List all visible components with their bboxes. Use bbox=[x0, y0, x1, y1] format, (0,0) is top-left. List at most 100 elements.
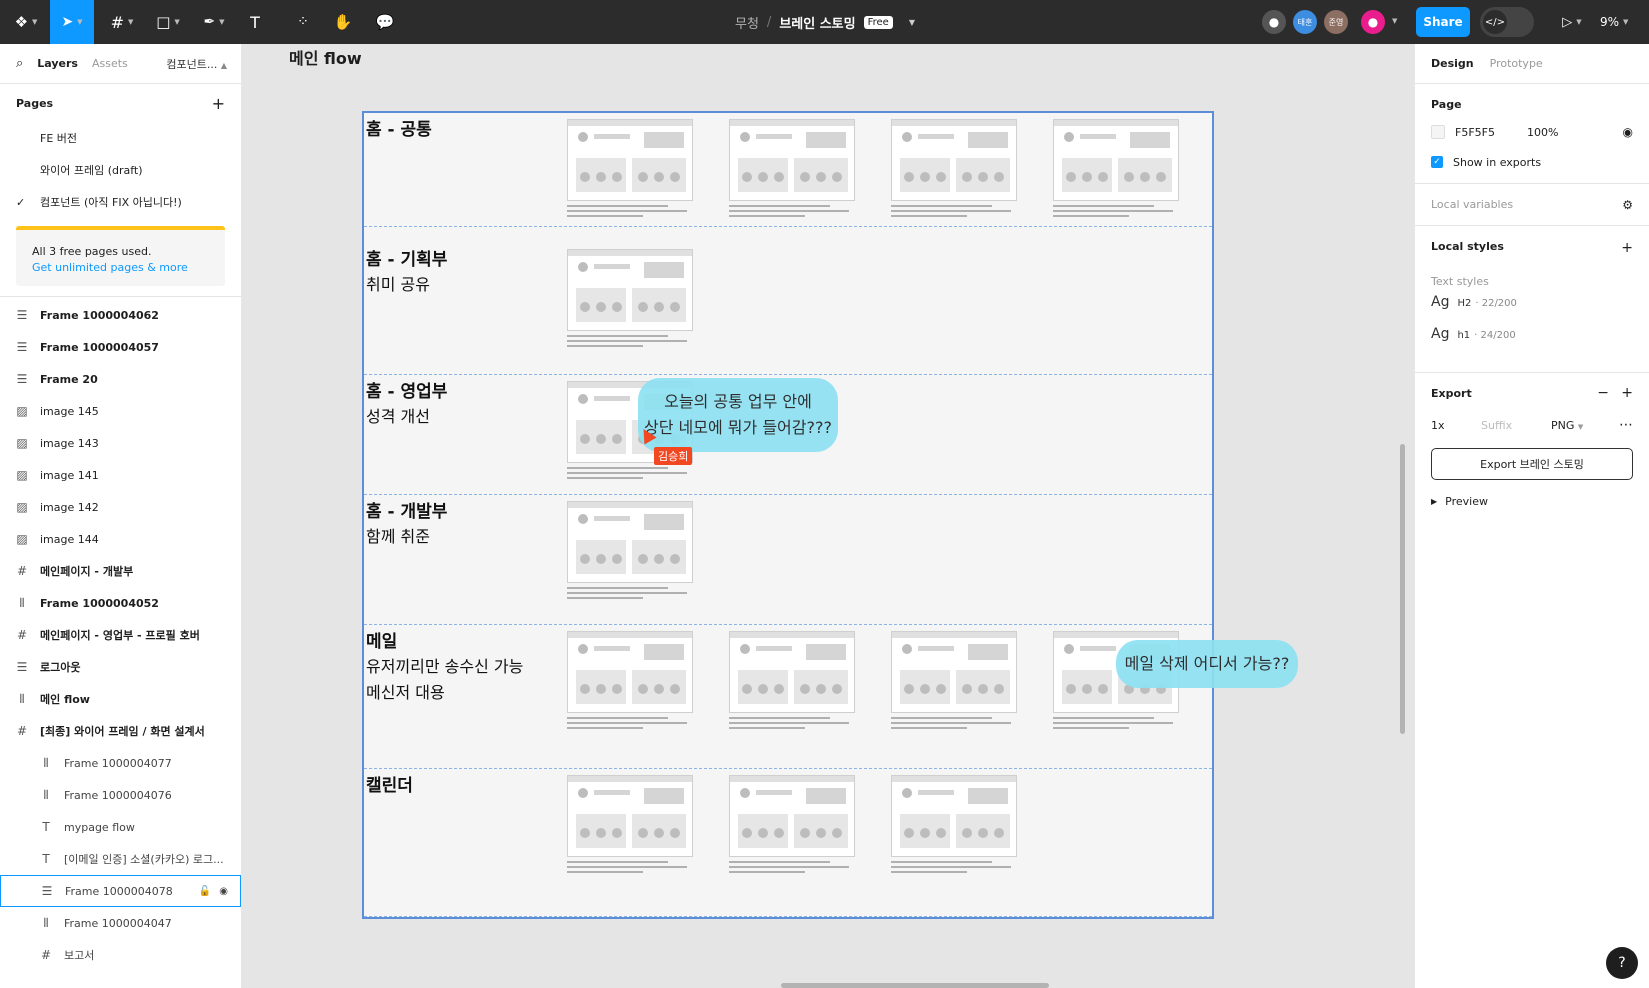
remove-export-icon[interactable]: − bbox=[1597, 385, 1609, 401]
page-item-current[interactable]: ✓ 컴포넌트 (아직 FIX 아닙니다!) bbox=[0, 186, 241, 218]
eye-icon[interactable]: ◉ bbox=[219, 886, 228, 897]
wireframe-thumbnail[interactable] bbox=[567, 119, 693, 201]
frame-tool-button[interactable]: # ▼ bbox=[100, 0, 144, 44]
wireframe-thumbnail[interactable] bbox=[567, 249, 693, 331]
page-opacity[interactable]: 100% bbox=[1527, 126, 1558, 139]
page-fill-row[interactable]: F5F5F5 100% ◉ bbox=[1431, 117, 1633, 147]
wireframe-thumbnail[interactable] bbox=[1053, 119, 1179, 201]
export-button[interactable]: Export 브레인 스토밍 bbox=[1431, 448, 1633, 480]
layer-item[interactable]: ⦀ Frame 1000004077 bbox=[0, 747, 241, 779]
wireframe-thumbnail[interactable] bbox=[729, 775, 855, 857]
page-item[interactable]: FE 버전 bbox=[0, 122, 241, 154]
wireframe-thumbnail[interactable] bbox=[567, 775, 693, 857]
move-tool-button[interactable]: ➤ ▼ bbox=[50, 0, 94, 44]
hand-tool-button[interactable]: ✋ bbox=[326, 0, 360, 44]
more-options-icon[interactable]: ⋯ bbox=[1619, 417, 1633, 433]
upgrade-link[interactable]: Get unlimited pages & more bbox=[32, 260, 209, 276]
tab-assets[interactable]: Assets bbox=[92, 57, 128, 70]
comment-bubble[interactable]: 오늘의 공통 업무 안에 상단 네모에 뭐가 들어감??? bbox=[638, 378, 838, 452]
export-scale[interactable]: 1x bbox=[1431, 419, 1481, 432]
layer-item[interactable]: ⦀ Frame 1000004047 bbox=[0, 907, 241, 939]
tab-layers[interactable]: Layers bbox=[37, 57, 78, 70]
preview-toggle[interactable]: ▶ Preview bbox=[1431, 486, 1633, 516]
layer-item[interactable]: ⦀ Frame 1000004052 bbox=[0, 587, 241, 619]
layer-item[interactable]: ▨ image 145 bbox=[0, 395, 241, 427]
tab-design[interactable]: Design bbox=[1431, 57, 1474, 70]
wireframe-thumbnail[interactable] bbox=[891, 775, 1017, 857]
add-page-icon[interactable]: + bbox=[212, 94, 225, 113]
show-in-exports-checkbox[interactable]: ✓ bbox=[1431, 156, 1443, 168]
layer-item[interactable]: ▨ image 142 bbox=[0, 491, 241, 523]
export-suffix-input[interactable]: Suffix bbox=[1481, 419, 1551, 432]
color-swatch[interactable] bbox=[1431, 125, 1445, 139]
horizontal-scrollbar[interactable] bbox=[781, 983, 1049, 988]
avatar[interactable]: ● bbox=[1262, 10, 1286, 34]
comment-bubble[interactable]: 메일 삭제 어디서 가능?? bbox=[1116, 640, 1298, 688]
chevron-down-icon[interactable]: ▼ bbox=[1392, 17, 1397, 25]
page-color-hex[interactable]: F5F5F5 bbox=[1455, 126, 1527, 139]
wireframe-thumbnail[interactable] bbox=[729, 119, 855, 201]
layer-item[interactable]: # 보고서 bbox=[0, 939, 241, 971]
page-item[interactable]: 와이어 프레임 (draft) bbox=[0, 154, 241, 186]
wireframe-thumbnail[interactable] bbox=[891, 119, 1017, 201]
flow-section[interactable]: 홈 - 개발부 함께 취준 bbox=[364, 495, 1212, 625]
layer-item[interactable]: ▨ image 144 bbox=[0, 523, 241, 555]
resources-button[interactable]: ⁘ bbox=[286, 0, 320, 44]
text-style-item[interactable]: Ag h1 · 24/200 bbox=[1431, 326, 1633, 358]
unlock-icon[interactable]: 🔓 bbox=[199, 886, 211, 897]
flow-section[interactable]: 홈 - 공통 bbox=[364, 113, 1212, 227]
help-button[interactable]: ? bbox=[1606, 947, 1638, 979]
layer-item[interactable]: ☰ Frame 1000004078 🔓 ◉ bbox=[0, 875, 241, 907]
search-icon[interactable]: ⌕ bbox=[16, 56, 23, 71]
layer-item[interactable]: # 메인페이지 - 영업부 - 프로필 호버 bbox=[0, 619, 241, 651]
canvas[interactable]: 메인 flow 홈 - 공통 홈 - 기획부 취미 공유 홈 - 영업부 성격 개선 홈 … bbox=[242, 44, 1414, 988]
export-format-select[interactable]: PNG ▼ bbox=[1551, 419, 1583, 432]
present-button[interactable]: ▷ ▼ bbox=[1552, 0, 1592, 44]
wireframe-thumbnail[interactable] bbox=[729, 631, 855, 713]
wireframe-thumbnail[interactable] bbox=[567, 631, 693, 713]
eye-icon[interactable]: ◉ bbox=[1623, 125, 1633, 139]
layer-item[interactable]: Tmypage flow bbox=[0, 811, 241, 843]
frame-title[interactable]: 메인 flow bbox=[289, 45, 362, 69]
comment-tool-button[interactable]: 💬 bbox=[368, 0, 402, 44]
tab-prototype[interactable]: Prototype bbox=[1490, 57, 1543, 70]
main-menu-button[interactable]: ❖ ▼ bbox=[6, 0, 46, 44]
add-style-icon[interactable]: + bbox=[1621, 240, 1633, 256]
add-export-icon[interactable]: + bbox=[1621, 385, 1633, 401]
layer-item[interactable]: ▨ image 143 bbox=[0, 427, 241, 459]
flow-section[interactable]: 캘린더 bbox=[364, 769, 1212, 917]
layer-item[interactable]: ☰ Frame 1000004062 bbox=[0, 299, 241, 331]
file-title[interactable]: 무청 / 브레인 스토밍 Free ▼ bbox=[700, 0, 950, 44]
text-tool-button[interactable]: T bbox=[238, 0, 272, 44]
layer-item[interactable]: ⦀ Frame 1000004076 bbox=[0, 779, 241, 811]
layer-item[interactable]: # 메인페이지 - 개발부 bbox=[0, 555, 241, 587]
zoom-menu[interactable]: 9% ▼ bbox=[1600, 0, 1628, 44]
main-flow-frame[interactable]: 홈 - 공통 홈 - 기획부 취미 공유 홈 - 영업부 성격 개선 홈 - 개발부 함께 … bbox=[362, 111, 1214, 919]
current-user-avatar[interactable]: ● bbox=[1361, 10, 1385, 34]
shape-tool-button[interactable]: □ ▼ bbox=[146, 0, 190, 44]
avatar[interactable]: 준영 bbox=[1324, 10, 1348, 34]
layer-item[interactable]: # [최종] 와이어 프레임 / 화면 설계서 bbox=[0, 715, 241, 747]
avatar[interactable]: 태훈 bbox=[1293, 10, 1317, 34]
layer-item[interactable]: ☰ 로그아웃 bbox=[0, 651, 241, 683]
wireframe-thumbnail[interactable] bbox=[567, 501, 693, 583]
wireframe-thumbnail[interactable] bbox=[891, 631, 1017, 713]
layer-item[interactable]: T [이메일 인증] 소셜(카카오) 로그... bbox=[0, 843, 241, 875]
flow-section[interactable]: 메일 유저끼리만 송수신 가능 메신저 대용 bbox=[364, 625, 1212, 769]
layer-item[interactable]: ▨ image 141 bbox=[0, 459, 241, 491]
variables-settings-icon[interactable]: ⚙ bbox=[1622, 198, 1633, 212]
file-name[interactable]: 브레인 스토밍 bbox=[779, 13, 855, 32]
layer-item[interactable]: ☰ Frame 20 bbox=[0, 363, 241, 395]
text-style-item[interactable]: Ag H2 · 22/200 bbox=[1431, 294, 1633, 326]
dev-mode-toggle[interactable]: </> bbox=[1480, 7, 1534, 37]
current-page-selector[interactable]: 컴포넌트... ▲ bbox=[166, 56, 227, 72]
pen-tool-button[interactable]: ✒ ▼ bbox=[192, 0, 236, 44]
layer-item[interactable]: ☰ Frame 1000004057 bbox=[0, 331, 241, 363]
chevron-down-icon[interactable]: ▼ bbox=[909, 18, 915, 27]
vertical-scrollbar[interactable] bbox=[1400, 444, 1405, 734]
local-variables-section[interactable]: Local variables ⚙ bbox=[1415, 184, 1649, 226]
show-in-exports-row[interactable]: ✓ Show in exports bbox=[1431, 147, 1633, 177]
project-name[interactable]: 무청 bbox=[735, 13, 759, 32]
layer-item[interactable]: ⦀ 메인 flow bbox=[0, 683, 241, 715]
share-button[interactable]: Share bbox=[1416, 7, 1470, 37]
